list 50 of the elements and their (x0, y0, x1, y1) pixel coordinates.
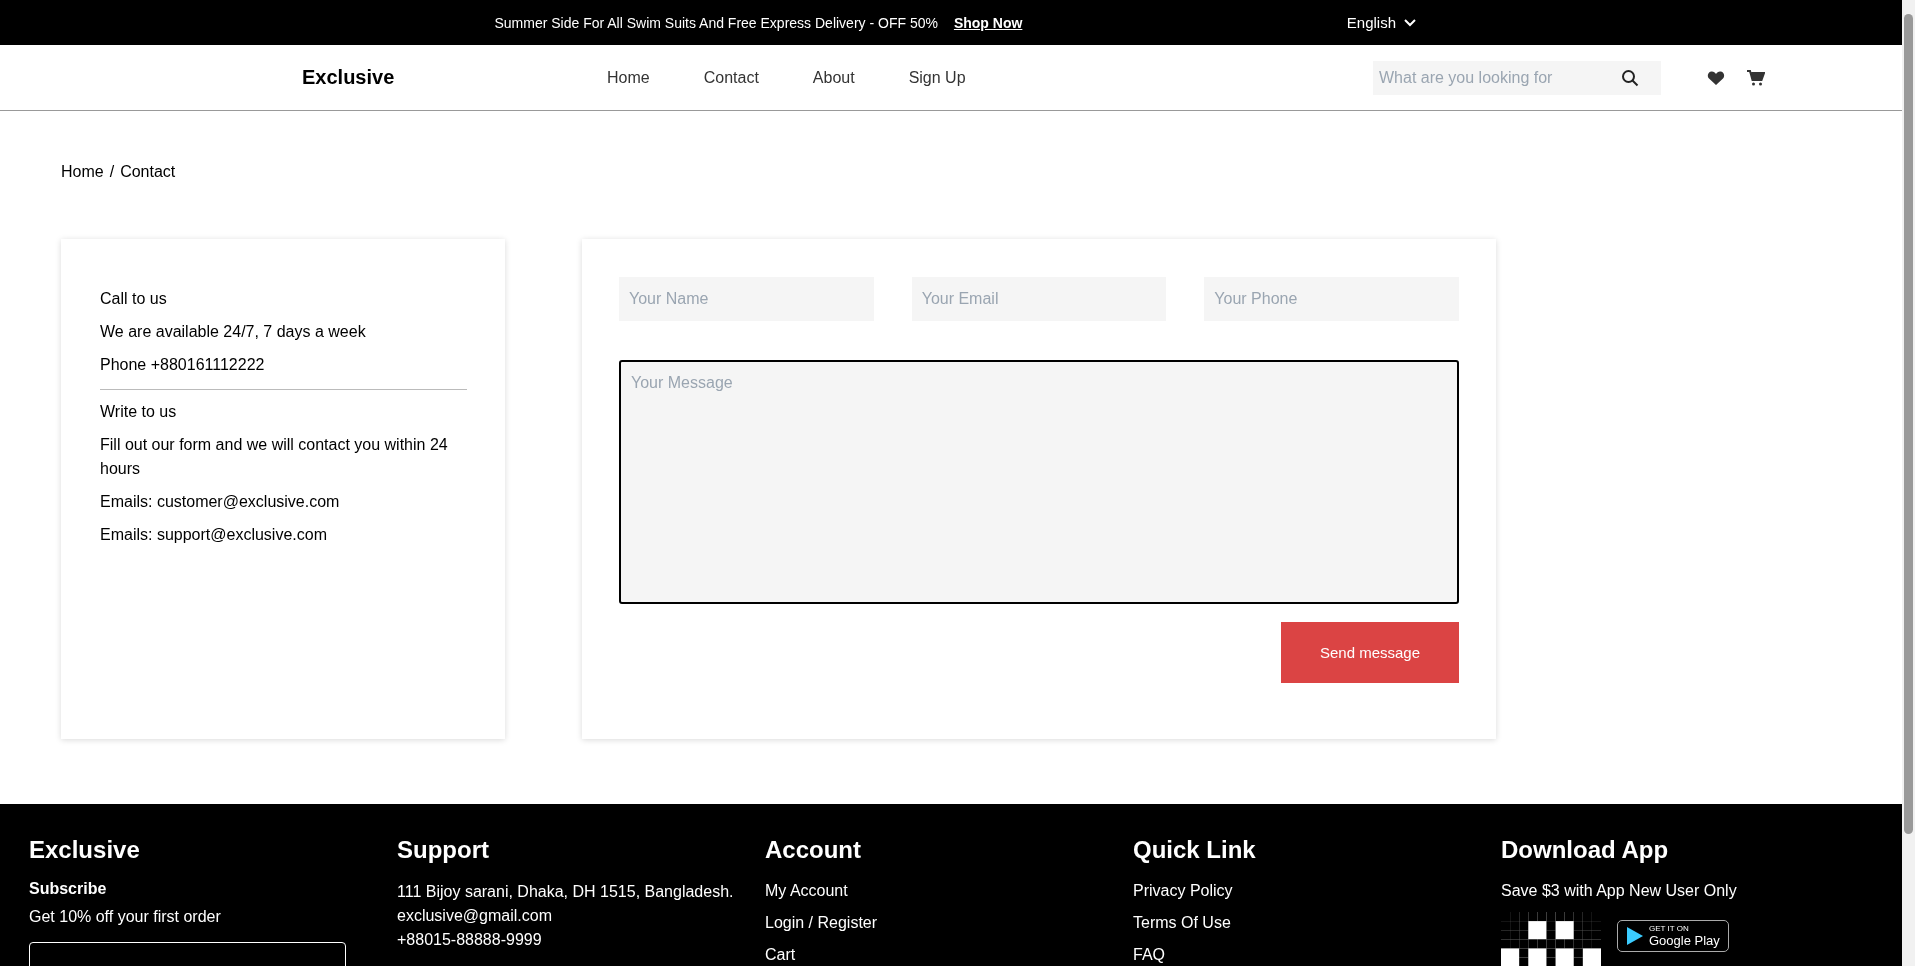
message-field[interactable]: Your Message (619, 360, 1459, 604)
footer-text: exclusive@gmail.com (397, 906, 553, 926)
section-title: Write to us (100, 402, 178, 422)
footer-heading: Account (765, 836, 861, 864)
footer-link[interactable]: FAQ (1133, 944, 1165, 966)
shop-now-link[interactable]: Shop Now (953, 14, 1023, 31)
logo[interactable]: Exclusive (302, 66, 607, 89)
footer-text: 111 Bijoy sarani, Dhaka, DH 1515, Bangladesh. (397, 882, 734, 902)
badge-title: Google Play (1649, 933, 1720, 948)
footer-link[interactable]: Terms Of Use (1133, 912, 1231, 934)
heart-icon[interactable] (1707, 69, 1725, 86)
info-text: Phone +880161112222 (100, 355, 266, 375)
cart-icon[interactable] (1747, 69, 1765, 86)
breadcrumb-link[interactable]: Home (61, 163, 104, 181)
input-field[interactable]: Your Phone (1204, 277, 1459, 321)
info-text: Fill out our form and we will contact you within 24 hours (100, 435, 449, 479)
nav-link[interactable]: Sign Up (908, 68, 966, 87)
nav-link[interactable]: Home (607, 68, 650, 87)
announcement-text: Summer Side For All Swim Suits And Free Express Delivery - OFF 50% (494, 14, 938, 31)
scrollbar[interactable] (1902, 0, 1915, 966)
section-title: Call to us (100, 289, 168, 309)
info-text: Emails: support@exclusive.com (100, 525, 328, 545)
breadcrumb-link[interactable]: Contact (120, 163, 176, 181)
search-icon[interactable] (1621, 68, 1639, 87)
footer-text: Save $3 with App New User Only (1501, 881, 1737, 901)
input-field[interactable]: Your Name (619, 277, 874, 321)
play-icon (1626, 926, 1644, 946)
footer-text: +88015-88888-9999 (397, 930, 543, 950)
footer-link[interactable]: Cart (765, 944, 796, 966)
send-message-button[interactable]: Send message (1281, 622, 1459, 683)
footer-link[interactable]: Login / Register (765, 912, 878, 934)
footer-text: Get 10% off your first order (29, 907, 221, 927)
subscribe-title: Subscribe (29, 880, 107, 898)
breadcrumb-separator: / (109, 163, 115, 181)
footer-heading: Exclusive (29, 836, 140, 864)
input-field[interactable]: Your Email (911, 277, 1167, 321)
info-text: Emails: customer@exclusive.com (100, 492, 341, 512)
google-play-badge[interactable]: GET IT ON Google Play (1617, 920, 1729, 952)
nav-link[interactable]: About (812, 68, 855, 87)
nav-link[interactable]: Contact (703, 68, 759, 87)
badge-caption: GET IT ON (1649, 924, 1690, 933)
footer-link[interactable]: Privacy Policy (1133, 880, 1233, 902)
footer-heading: Support (397, 836, 489, 864)
footer-link[interactable]: My Account (765, 880, 848, 902)
info-text: We are available 24/7, 7 days a week (100, 322, 367, 342)
footer-heading: Quick Link (1133, 836, 1256, 864)
footer-heading: Download App (1501, 836, 1669, 864)
chevron-down-icon (1404, 18, 1416, 27)
search-field[interactable]: What are you looking for (1373, 60, 1661, 95)
language-select[interactable]: English (1346, 14, 1416, 31)
